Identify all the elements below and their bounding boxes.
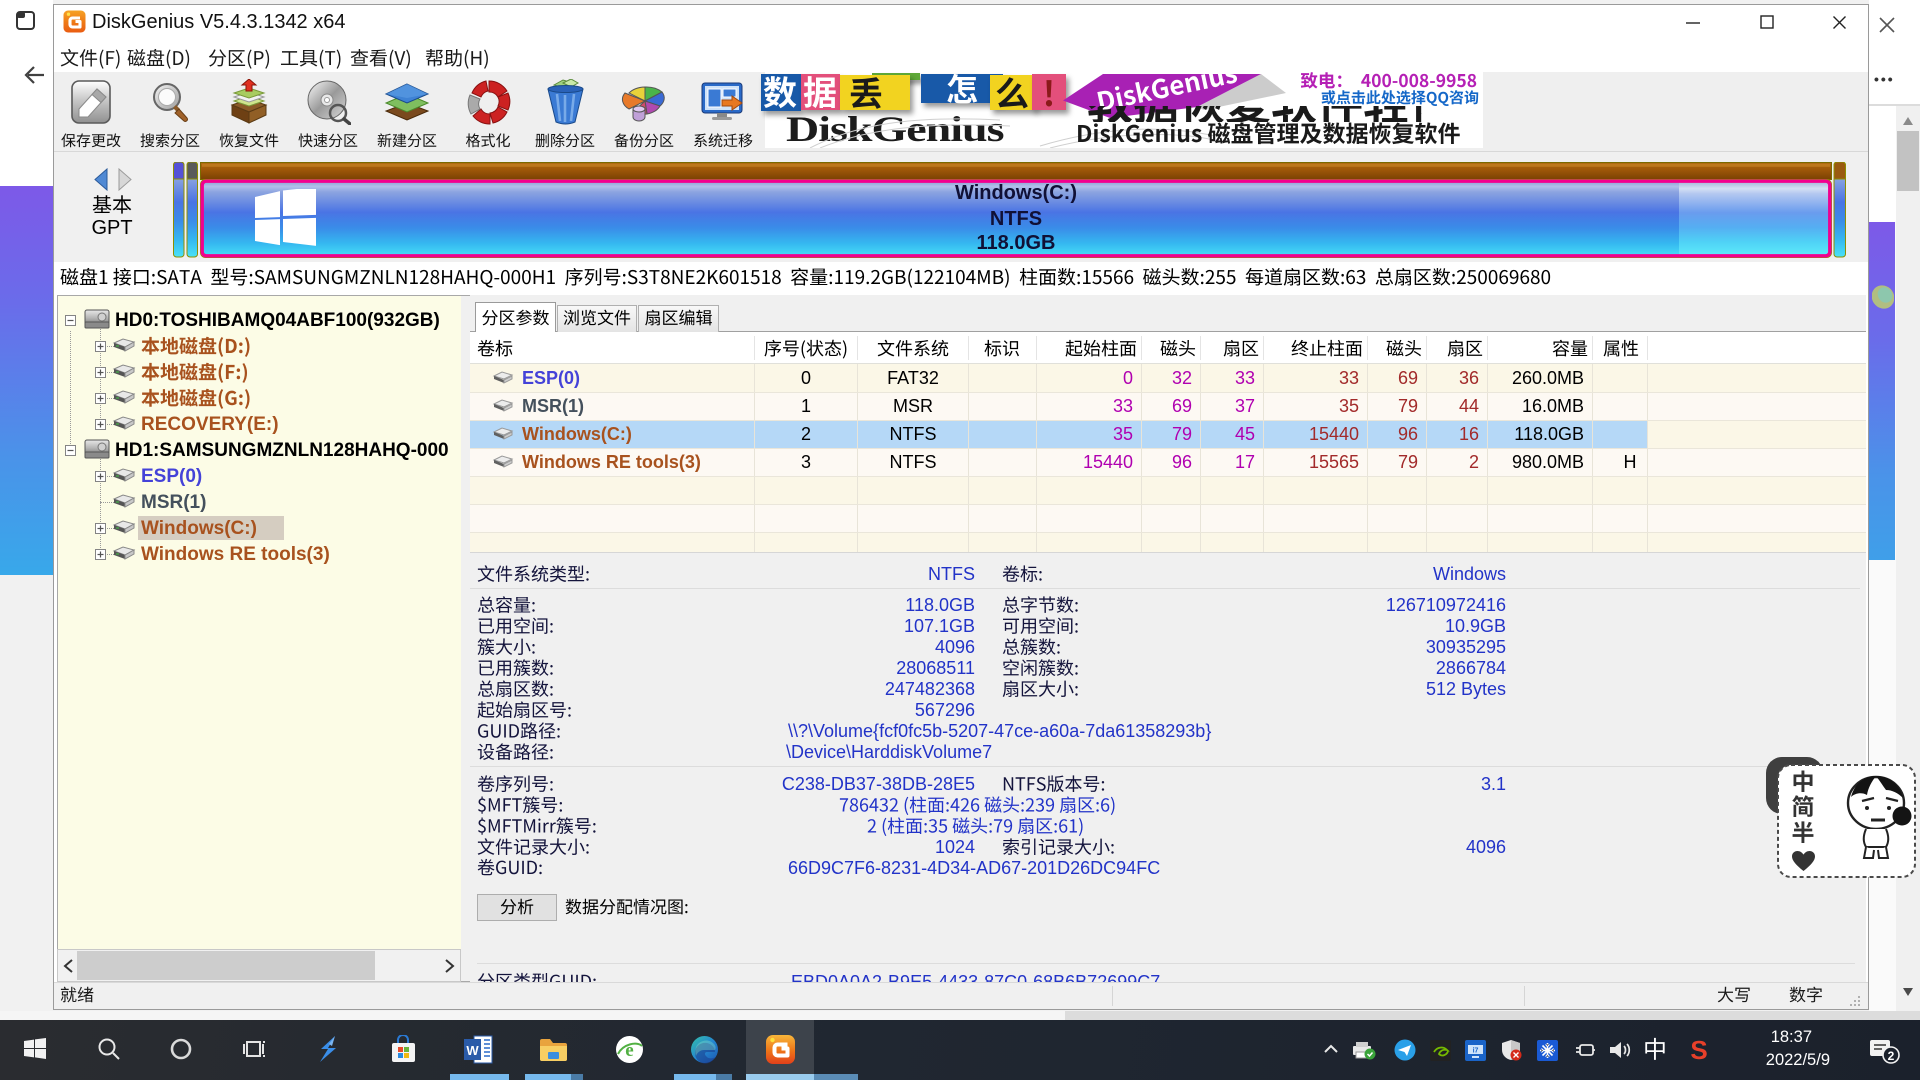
- svg-text:S: S: [1690, 1037, 1707, 1063]
- svg-text:W: W: [466, 1043, 479, 1058]
- svg-text:2: 2: [1888, 1049, 1895, 1063]
- svg-text:i7: i7: [1473, 1048, 1479, 1055]
